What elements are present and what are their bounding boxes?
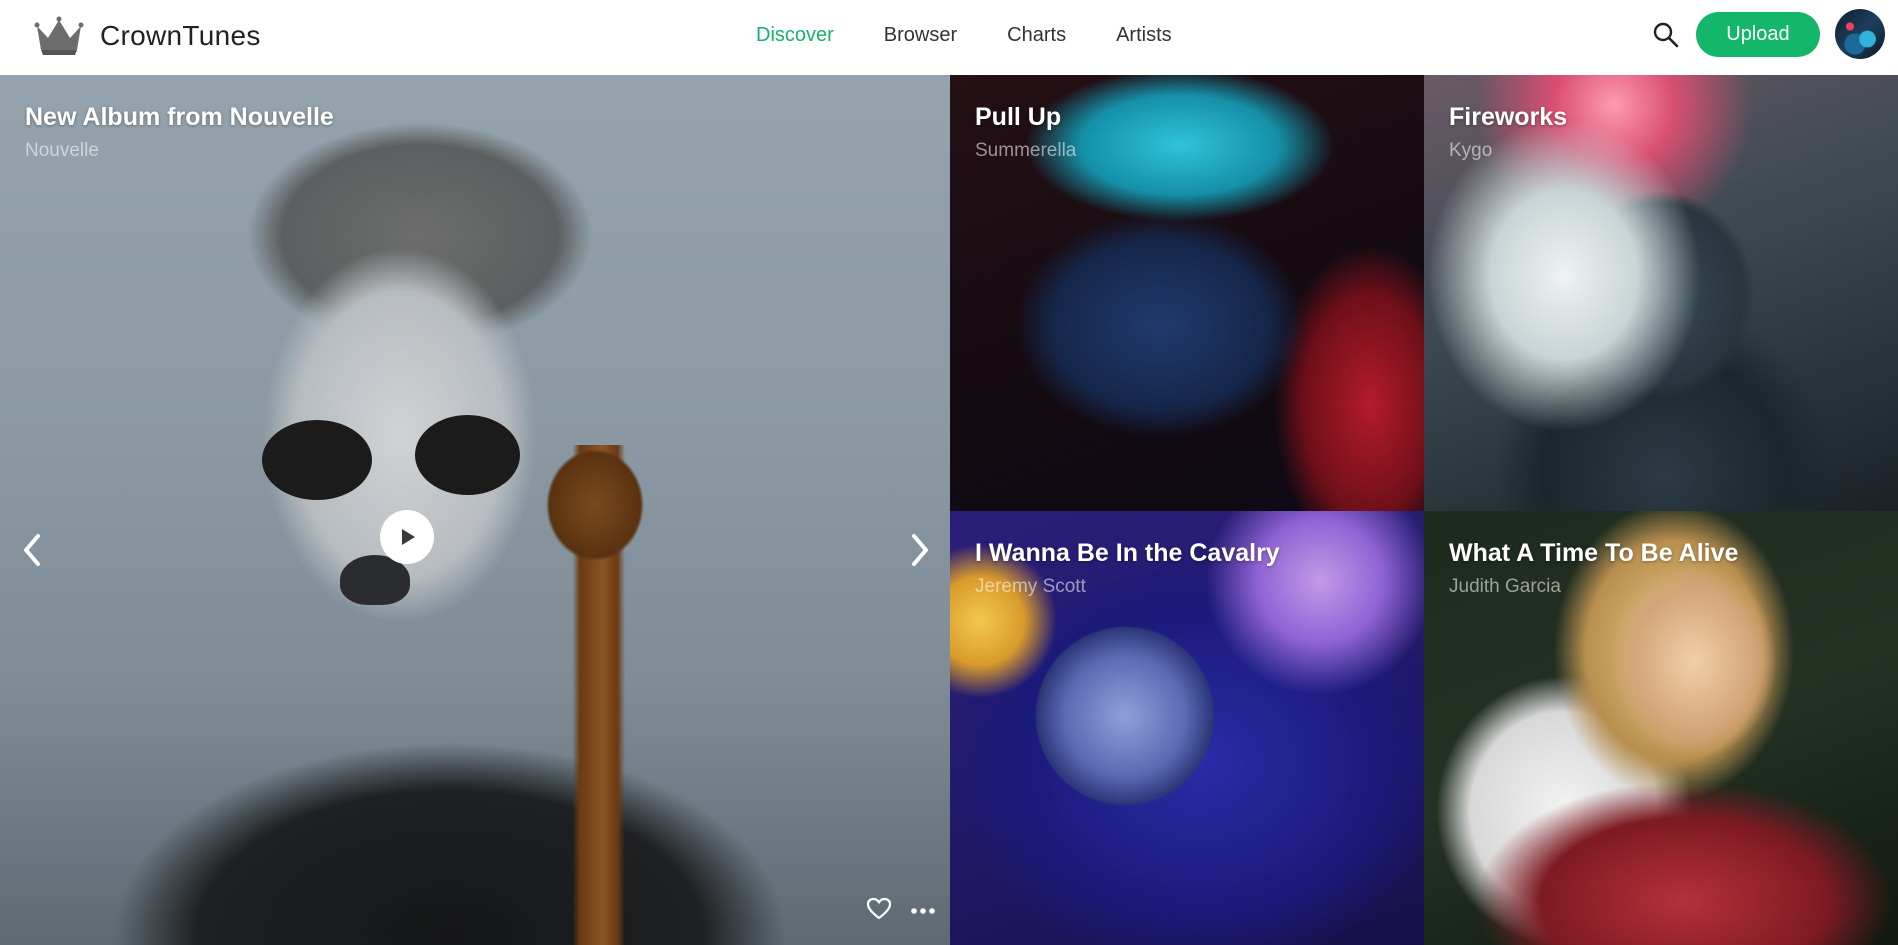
upload-button[interactable]: Upload — [1696, 12, 1820, 57]
track-tile[interactable]: What A Time To Be Alive Judith Garcia — [1424, 511, 1898, 945]
nav-discover[interactable]: Discover — [756, 24, 834, 47]
avatar[interactable] — [1835, 9, 1885, 59]
crown-icon — [34, 16, 84, 56]
track-artist[interactable]: Kygo — [1449, 140, 1492, 162]
track-title: Fireworks — [1449, 103, 1568, 131]
play-icon — [402, 529, 415, 545]
hero-title: New Album from Nouvelle — [25, 103, 334, 131]
chevron-right-icon[interactable] — [904, 530, 934, 570]
nav-browser[interactable]: Browser — [884, 24, 957, 47]
brand-name: CrownTunes — [100, 20, 261, 51]
search-icon[interactable] — [1651, 20, 1681, 50]
nav-artists[interactable]: Artists — [1116, 24, 1172, 47]
hero-artist[interactable]: Nouvelle — [25, 140, 99, 162]
track-tile[interactable]: I Wanna Be In the Cavalry Jeremy Scott — [950, 511, 1424, 945]
main-nav: Discover Browser Charts Artists — [756, 0, 1222, 70]
more-icon[interactable] — [910, 903, 936, 921]
hero-art-detail — [520, 445, 670, 945]
chevron-left-icon[interactable] — [18, 530, 48, 570]
hero-art-detail — [415, 415, 520, 495]
hero-art-detail — [262, 420, 372, 500]
track-tile[interactable]: Pull Up Summerella — [950, 75, 1424, 511]
track-title: I Wanna Be In the Cavalry — [975, 539, 1280, 567]
play-button[interactable] — [380, 510, 434, 564]
hero-tile[interactable]: New Album from Nouvelle Nouvelle — [0, 75, 950, 945]
track-title: What A Time To Be Alive — [1449, 539, 1739, 567]
track-title: Pull Up — [975, 103, 1062, 131]
top-bar: CrownTunes Discover Browser Charts Artis… — [0, 0, 1898, 75]
nav-charts[interactable]: Charts — [1007, 24, 1066, 47]
track-artist[interactable]: Jeremy Scott — [975, 576, 1086, 598]
track-artist[interactable]: Summerella — [975, 140, 1076, 162]
hero-actions — [866, 897, 936, 926]
featured-grid: New Album from Nouvelle Nouvelle Pull Up… — [0, 75, 1898, 945]
track-artist[interactable]: Judith Garcia — [1449, 576, 1561, 598]
heart-icon[interactable] — [866, 897, 892, 926]
brand[interactable]: CrownTunes — [34, 14, 261, 58]
track-tile[interactable]: Fireworks Kygo — [1424, 75, 1898, 511]
